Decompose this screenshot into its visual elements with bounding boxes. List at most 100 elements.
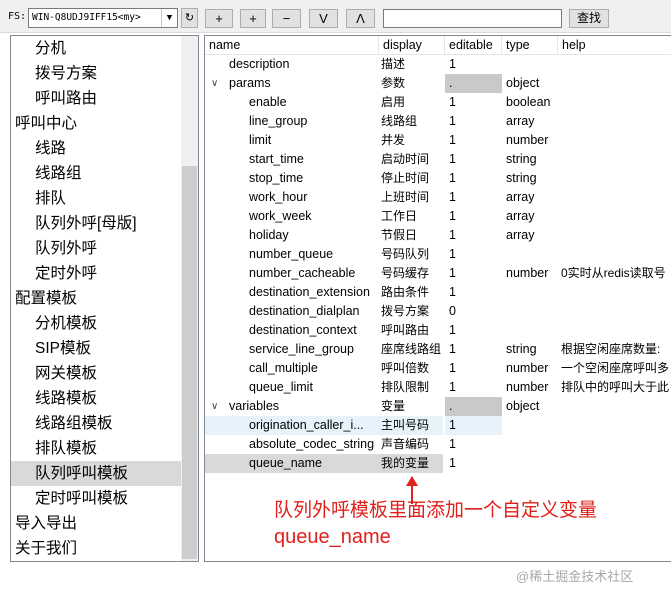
help-cell[interactable]: [561, 74, 671, 93]
help-cell[interactable]: [561, 93, 671, 112]
grid-row[interactable]: destination_context 呼叫路由 1: [205, 321, 671, 340]
type-cell[interactable]: number: [502, 131, 558, 150]
nav-item[interactable]: 队列呼叫模板: [11, 461, 181, 486]
name-cell[interactable]: work_hour: [205, 188, 379, 207]
editable-cell[interactable]: .: [445, 397, 502, 416]
type-cell[interactable]: array: [502, 207, 558, 226]
help-cell[interactable]: [561, 169, 671, 188]
help-cell[interactable]: 一个空闲座席呼叫多: [561, 359, 671, 378]
grid-row[interactable]: holiday 节假日 1 array: [205, 226, 671, 245]
type-cell[interactable]: string: [502, 169, 558, 188]
display-cell[interactable]: 拨号方案: [379, 302, 443, 321]
name-cell[interactable]: ∨ params: [205, 74, 379, 93]
add-child-button[interactable]: +: [240, 9, 266, 28]
help-cell[interactable]: [561, 207, 671, 226]
grid-row[interactable]: limit 并发 1 number: [205, 131, 671, 150]
editable-cell[interactable]: 1: [445, 283, 502, 302]
type-cell[interactable]: string: [502, 150, 558, 169]
nav-item[interactable]: 网关模板: [11, 361, 181, 386]
nav-item[interactable]: 排队模板: [11, 436, 181, 461]
grid-row[interactable]: work_week 工作日 1 array: [205, 207, 671, 226]
column-header-editable[interactable]: editable: [445, 36, 502, 55]
editable-cell[interactable]: 1: [445, 112, 502, 131]
nav-item[interactable]: 呼叫中心: [11, 111, 181, 136]
type-cell[interactable]: [502, 454, 558, 473]
grid-row[interactable]: call_multiple 呼叫倍数 1 number 一个空闲座席呼叫多: [205, 359, 671, 378]
display-cell[interactable]: 节假日: [379, 226, 443, 245]
editable-cell[interactable]: 1: [445, 454, 502, 473]
move-up-button[interactable]: Λ: [346, 9, 375, 28]
editable-cell[interactable]: 1: [445, 131, 502, 150]
move-down-button[interactable]: V: [309, 9, 338, 28]
name-cell[interactable]: destination_context: [205, 321, 379, 340]
grid-row[interactable]: number_cacheable 号码缓存 1 number 0实时从redis读取号: [205, 264, 671, 283]
editable-cell[interactable]: 1: [445, 378, 502, 397]
grid-row[interactable]: service_line_group 座席线路组 1 string 根据空闲座席数量:: [205, 340, 671, 359]
display-cell[interactable]: 停止时间: [379, 169, 443, 188]
fs-server-select[interactable]: WIN-Q8UDJ9IFF15<my> ▼: [28, 8, 178, 28]
nav-item[interactable]: 线路模板: [11, 386, 181, 411]
grid-row[interactable]: stop_time 停止时间 1 string: [205, 169, 671, 188]
nav-item[interactable]: 线路组模板: [11, 411, 181, 436]
display-cell[interactable]: 声音编码: [379, 435, 443, 454]
type-cell[interactable]: [502, 55, 558, 74]
display-cell[interactable]: 变量: [379, 397, 443, 416]
name-cell[interactable]: destination_extension: [205, 283, 379, 302]
refresh-button[interactable]: ↻: [181, 8, 198, 28]
display-cell[interactable]: 呼叫倍数: [379, 359, 443, 378]
type-cell[interactable]: array: [502, 226, 558, 245]
add-node-button[interactable]: +: [205, 9, 233, 28]
column-header-display[interactable]: display: [379, 36, 445, 55]
expand-chevron-icon[interactable]: ∨: [211, 74, 218, 93]
name-cell[interactable]: absolute_codec_string: [205, 435, 379, 454]
grid-row[interactable]: ∨ variables 变量. object: [205, 397, 671, 416]
display-cell[interactable]: 描述: [379, 55, 443, 74]
display-cell[interactable]: 并发: [379, 131, 443, 150]
editable-cell[interactable]: 1: [445, 169, 502, 188]
type-cell[interactable]: object: [502, 397, 558, 416]
display-cell[interactable]: 启用: [379, 93, 443, 112]
display-cell[interactable]: 号码缓存: [379, 264, 443, 283]
editable-cell[interactable]: 1: [445, 340, 502, 359]
name-cell[interactable]: stop_time: [205, 169, 379, 188]
display-cell[interactable]: 上班时间: [379, 188, 443, 207]
editable-cell[interactable]: 0: [445, 302, 502, 321]
name-cell[interactable]: queue_limit: [205, 378, 379, 397]
name-cell[interactable]: limit: [205, 131, 379, 150]
editable-cell[interactable]: 1: [445, 55, 502, 74]
editable-cell[interactable]: 1: [445, 321, 502, 340]
grid-row[interactable]: line_group 线路组 1 array: [205, 112, 671, 131]
help-cell[interactable]: 根据空闲座席数量:: [561, 340, 671, 359]
editable-cell[interactable]: 1: [445, 416, 502, 435]
name-cell[interactable]: ∨ variables: [205, 397, 379, 416]
name-cell[interactable]: description: [205, 55, 379, 74]
grid-row[interactable]: destination_dialplan 拨号方案 0: [205, 302, 671, 321]
help-cell[interactable]: [561, 188, 671, 207]
grid-row[interactable]: description 描述 1: [205, 55, 671, 74]
chevron-down-icon[interactable]: ▼: [161, 9, 177, 27]
nav-item[interactable]: 分机模板: [11, 311, 181, 336]
nav-item[interactable]: SIP模板: [11, 336, 181, 361]
type-cell[interactable]: array: [502, 112, 558, 131]
nav-item[interactable]: 关于我们: [11, 536, 181, 561]
editable-cell[interactable]: 1: [445, 359, 502, 378]
name-cell[interactable]: call_multiple: [205, 359, 379, 378]
display-cell[interactable]: 工作日: [379, 207, 443, 226]
grid-row[interactable]: number_queue 号码队列 1: [205, 245, 671, 264]
search-input[interactable]: [383, 9, 562, 28]
help-cell[interactable]: [561, 150, 671, 169]
display-cell[interactable]: 参数: [379, 74, 443, 93]
type-cell[interactable]: number: [502, 378, 558, 397]
nav-item[interactable]: 拨号方案: [11, 61, 181, 86]
expand-chevron-icon[interactable]: ∨: [211, 397, 218, 416]
type-cell[interactable]: [502, 435, 558, 454]
display-cell[interactable]: 我的变量: [379, 454, 443, 473]
help-cell[interactable]: [561, 283, 671, 302]
nav-scrollbar-thumb[interactable]: [182, 166, 197, 559]
help-cell[interactable]: [561, 245, 671, 264]
help-cell[interactable]: [561, 226, 671, 245]
name-cell[interactable]: line_group: [205, 112, 379, 131]
type-cell[interactable]: [502, 416, 558, 435]
grid-row[interactable]: enable 启用 1 boolean: [205, 93, 671, 112]
name-cell[interactable]: start_time: [205, 150, 379, 169]
